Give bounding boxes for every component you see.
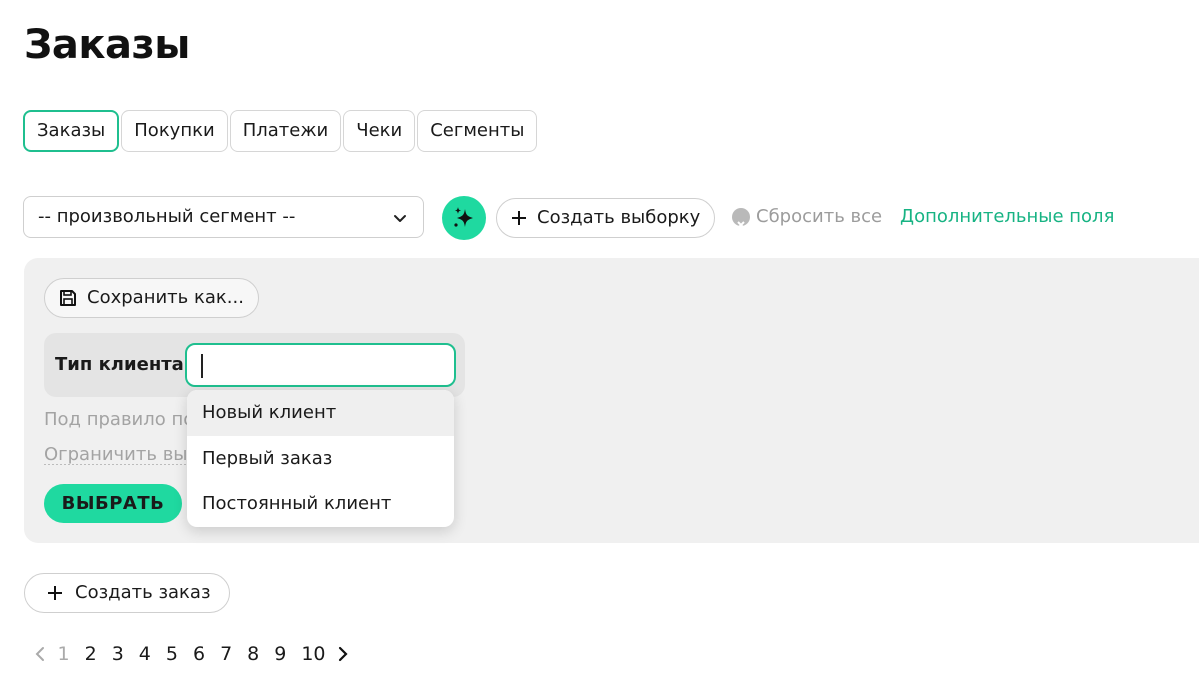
tab-receipts[interactable]: Чеки bbox=[343, 110, 416, 152]
reset-all-button[interactable]: Сбросить все bbox=[732, 196, 882, 238]
chevron-right-icon bbox=[338, 646, 348, 662]
page-number[interactable]: 5 bbox=[166, 640, 178, 668]
save-icon bbox=[60, 290, 76, 306]
prev-page-button[interactable] bbox=[30, 640, 50, 668]
save-as-button[interactable]: Сохранить как... bbox=[44, 278, 259, 318]
client-type-input[interactable] bbox=[185, 343, 456, 387]
pagination: 1 2 3 4 5 6 7 8 9 10 bbox=[30, 640, 353, 668]
page-number[interactable]: 7 bbox=[220, 640, 232, 668]
segment-select[interactable]: -- произвольный сегмент -- bbox=[23, 196, 424, 238]
reset-all-label: Сбросить все bbox=[756, 206, 883, 227]
dropdown-option-new-client[interactable]: Новый клиент bbox=[187, 390, 454, 436]
limit-sample-link[interactable]: Ограничить выборку bbox=[44, 444, 189, 465]
text-caret bbox=[201, 354, 203, 378]
chevron-left-icon bbox=[35, 647, 44, 661]
client-type-dropdown: Новый клиент Первый заказ Постоянный кли… bbox=[187, 390, 454, 527]
create-order-button[interactable]: Создать заказ bbox=[24, 573, 230, 613]
tab-payments[interactable]: Платежи bbox=[229, 110, 342, 152]
plus-icon bbox=[48, 586, 62, 600]
save-as-label: Сохранить как... bbox=[87, 287, 244, 308]
page-number[interactable]: 6 bbox=[193, 640, 205, 668]
page-number[interactable]: 9 bbox=[274, 640, 286, 668]
create-order-label: Создать заказ bbox=[75, 582, 211, 603]
page-number[interactable]: 3 bbox=[112, 640, 124, 668]
chevron-down-icon bbox=[394, 215, 406, 222]
magic-button[interactable] bbox=[442, 196, 486, 240]
page-number-current[interactable]: 1 bbox=[58, 640, 70, 668]
dropdown-option-regular-client[interactable]: Постоянный клиент bbox=[187, 481, 454, 527]
rule-hint: Под правило подходит bbox=[44, 409, 189, 430]
plus-icon bbox=[512, 211, 526, 225]
create-sample-button[interactable]: Создать выборку bbox=[496, 198, 716, 238]
page-title: Заказы bbox=[24, 22, 190, 68]
rule-label: Тип клиента bbox=[55, 354, 184, 375]
tab-bar: Заказы Покупки Платежи Чеки Сегменты bbox=[23, 110, 538, 152]
dropdown-option-first-order[interactable]: Первый заказ bbox=[187, 436, 454, 482]
page-number[interactable]: 4 bbox=[139, 640, 151, 668]
page-number[interactable]: 2 bbox=[85, 640, 97, 668]
page-number[interactable]: 10 bbox=[301, 640, 325, 668]
segment-select-value: -- произвольный сегмент -- bbox=[38, 206, 296, 227]
tab-segments[interactable]: Сегменты bbox=[417, 110, 538, 152]
sparkles-icon bbox=[454, 207, 473, 227]
extra-fields-link[interactable]: Дополнительные поля bbox=[900, 196, 1114, 238]
clear-icon bbox=[732, 208, 750, 229]
create-sample-label: Создать выборку bbox=[537, 207, 701, 228]
choose-button[interactable]: ВЫБРАТЬ bbox=[44, 484, 182, 523]
filter-rule: Тип клиента bbox=[44, 333, 465, 397]
next-page-button[interactable] bbox=[333, 640, 353, 668]
page-number[interactable]: 8 bbox=[247, 640, 259, 668]
tab-orders[interactable]: Заказы bbox=[23, 110, 120, 152]
tab-purchases[interactable]: Покупки bbox=[121, 110, 228, 152]
